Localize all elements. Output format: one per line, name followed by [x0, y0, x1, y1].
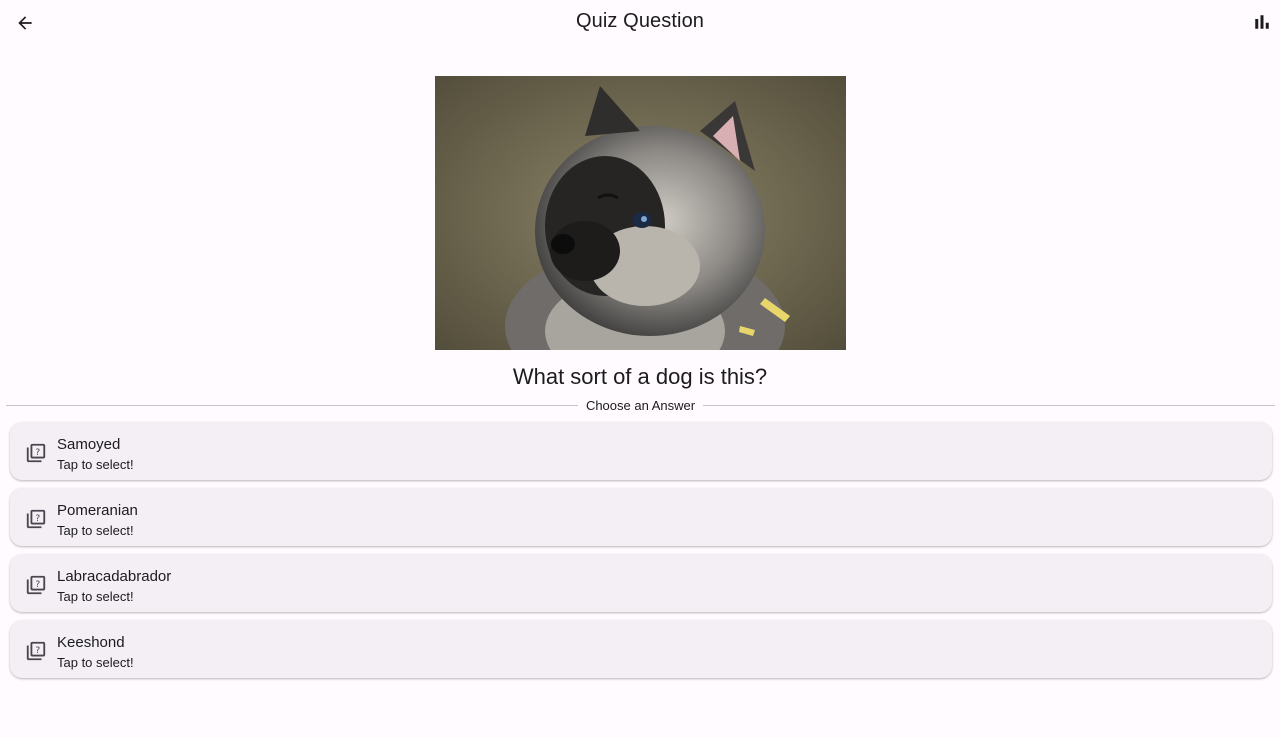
divider-line-right: [703, 404, 1275, 406]
quiz-icon: ?: [26, 443, 46, 463]
quiz-icon: ?: [26, 575, 46, 595]
dog-photo: [435, 76, 846, 350]
answer-option-labracadabrador[interactable]: ? Labracadabrador Tap to select!: [10, 554, 1272, 612]
answer-label: Pomeranian: [57, 502, 138, 519]
quiz-icon: ?: [26, 641, 46, 661]
app-bar: Quiz Question: [0, 0, 1280, 44]
quiz-screen: Quiz Question What sort of a dog is this…: [0, 0, 1280, 738]
answer-hint: Tap to select!: [57, 523, 134, 538]
answer-label: Labracadabrador: [57, 568, 172, 585]
answer-hint: Tap to select!: [57, 457, 134, 472]
svg-text:?: ?: [35, 645, 40, 656]
divider-line-left: [6, 404, 578, 406]
answers-divider: Choose an Answer: [6, 396, 1275, 414]
svg-text:?: ?: [35, 513, 40, 524]
answer-label: Keeshond: [57, 634, 125, 651]
page-title: Quiz Question: [575, 10, 705, 32]
answer-list: ? Samoyed Tap to select! ? Pomeranian Ta…: [10, 422, 1272, 686]
answer-hint: Tap to select!: [57, 589, 134, 604]
question-text: What sort of a dog is this?: [512, 364, 768, 389]
svg-text:?: ?: [35, 447, 40, 458]
stats-button[interactable]: [1252, 12, 1272, 32]
answer-hint: Tap to select!: [57, 655, 134, 670]
answer-option-pomeranian[interactable]: ? Pomeranian Tap to select!: [10, 488, 1272, 546]
svg-text:?: ?: [35, 579, 40, 590]
bar-chart-icon: [1255, 15, 1269, 29]
answer-option-samoyed[interactable]: ? Samoyed Tap to select!: [10, 422, 1272, 480]
answer-label: Samoyed: [57, 436, 121, 453]
answer-option-keeshond[interactable]: ? Keeshond Tap to select!: [10, 620, 1272, 678]
answers-section-label: Choose an Answer: [585, 397, 696, 413]
quiz-icon: ?: [26, 509, 46, 529]
